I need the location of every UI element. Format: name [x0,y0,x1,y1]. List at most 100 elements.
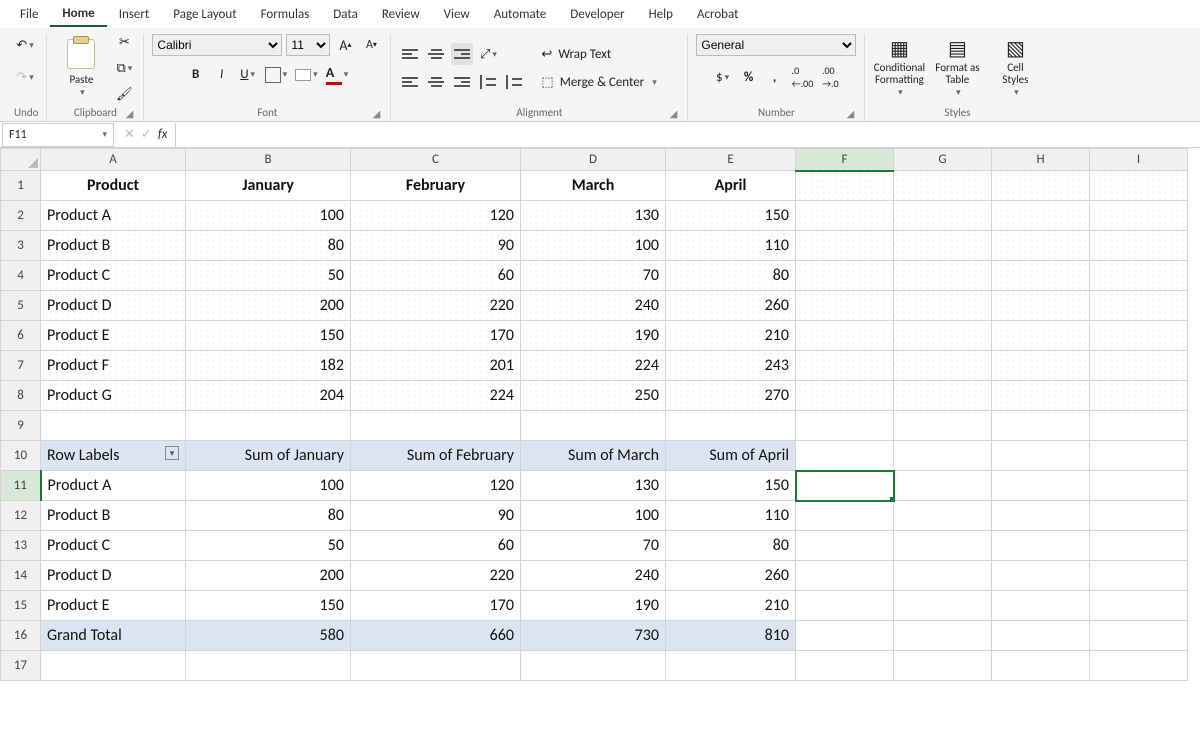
menu-item-data[interactable]: Data [321,3,370,26]
cell-F12[interactable] [796,501,894,531]
cell-F2[interactable] [796,201,894,231]
cell-I15[interactable] [1090,591,1188,621]
align-top-button[interactable] [399,43,421,65]
column-header-H[interactable]: H [992,149,1090,171]
cell-styles-button[interactable]: ▧ Cell Styles▾ [989,36,1041,100]
row-header-7[interactable]: 7 [1,351,41,381]
cell-E13[interactable]: 80 [666,531,796,561]
cell-H15[interactable] [992,591,1090,621]
row-header-10[interactable]: 10 [1,441,41,471]
comma-format-button[interactable]: , [764,66,786,88]
cell-D9[interactable] [521,411,666,441]
cell-A3[interactable]: Product B [41,231,186,261]
cell-G4[interactable] [894,261,992,291]
align-right-button[interactable] [451,71,473,93]
align-middle-button[interactable] [425,43,447,65]
cell-G1[interactable] [894,171,992,201]
cell-H6[interactable] [992,321,1090,351]
menu-item-file[interactable]: File [8,3,50,26]
cell-I6[interactable] [1090,321,1188,351]
cell-E6[interactable]: 210 [666,321,796,351]
cell-A9[interactable] [41,411,186,441]
cell-D2[interactable]: 130 [521,201,666,231]
cell-B3[interactable]: 80 [186,231,351,261]
cell-H16[interactable] [992,621,1090,651]
cell-H12[interactable] [992,501,1090,531]
cell-C1[interactable]: February [351,171,521,201]
number-format-select[interactable]: General [696,34,856,56]
font-name-select[interactable]: Calibri [152,34,282,56]
row-header-8[interactable]: 8 [1,381,41,411]
cell-E12[interactable]: 110 [666,501,796,531]
row-header-6[interactable]: 6 [1,321,41,351]
cell-G3[interactable] [894,231,992,261]
cell-E15[interactable]: 210 [666,591,796,621]
cell-B11[interactable]: 100 [186,471,351,501]
italic-button[interactable]: I [211,64,233,86]
cell-A16[interactable]: Grand Total [41,621,186,651]
cell-H9[interactable] [992,411,1090,441]
cell-C12[interactable]: 90 [351,501,521,531]
cell-B10[interactable]: Sum of January [186,441,351,471]
cell-I2[interactable] [1090,201,1188,231]
column-header-B[interactable]: B [186,149,351,171]
cell-C8[interactable]: 224 [351,381,521,411]
name-box[interactable]: F11 ▾ [2,123,114,147]
cell-G8[interactable] [894,381,992,411]
cell-E4[interactable]: 80 [666,261,796,291]
cell-A6[interactable]: Product E [41,321,186,351]
menu-item-formulas[interactable]: Formulas [249,3,322,26]
cell-H8[interactable] [992,381,1090,411]
cell-D8[interactable]: 250 [521,381,666,411]
increase-font-size-button[interactable]: A▴ [334,34,356,56]
increase-decimal-button[interactable]: .0←.00 [790,62,816,92]
cell-I8[interactable] [1090,381,1188,411]
column-header-D[interactable]: D [521,149,666,171]
font-color-button[interactable]: A▾ [324,62,351,87]
cell-F1[interactable] [796,171,894,201]
cell-F7[interactable] [796,351,894,381]
cell-F10[interactable] [796,441,894,471]
cell-I4[interactable] [1090,261,1188,291]
column-header-E[interactable]: E [666,149,796,171]
column-header-I[interactable]: I [1090,149,1188,171]
cell-F14[interactable] [796,561,894,591]
cell-G6[interactable] [894,321,992,351]
cell-C5[interactable]: 220 [351,291,521,321]
column-header-F[interactable]: F [796,149,894,171]
cell-C4[interactable]: 60 [351,261,521,291]
copy-button[interactable]: ⧉ ▾ [113,57,135,79]
cell-I7[interactable] [1090,351,1188,381]
cell-D17[interactable] [521,651,666,681]
cell-D12[interactable]: 100 [521,501,666,531]
cell-H13[interactable] [992,531,1090,561]
cell-B14[interactable]: 200 [186,561,351,591]
cell-D16[interactable]: 730 [521,621,666,651]
cell-G9[interactable] [894,411,992,441]
row-header-1[interactable]: 1 [1,171,41,201]
cell-G5[interactable] [894,291,992,321]
cell-F13[interactable] [796,531,894,561]
menu-item-page-layout[interactable]: Page Layout [161,3,248,26]
row-header-16[interactable]: 16 [1,621,41,651]
percent-format-button[interactable]: % [738,66,760,88]
fill-color-button[interactable]: ▾ [293,64,320,86]
cell-A8[interactable]: Product G [41,381,186,411]
cell-B9[interactable] [186,411,351,441]
cell-E3[interactable]: 110 [666,231,796,261]
cell-F6[interactable] [796,321,894,351]
row-header-5[interactable]: 5 [1,291,41,321]
menu-item-home[interactable]: Home [50,2,106,27]
fx-icon[interactable]: fx [158,127,168,142]
cell-F4[interactable] [796,261,894,291]
cell-A17[interactable] [41,651,186,681]
menu-item-developer[interactable]: Developer [558,3,636,26]
cell-D11[interactable]: 130 [521,471,666,501]
cell-I5[interactable] [1090,291,1188,321]
cut-button[interactable]: ✂ [113,31,135,53]
cell-B7[interactable]: 182 [186,351,351,381]
cell-I1[interactable] [1090,171,1188,201]
cell-C14[interactable]: 220 [351,561,521,591]
cell-G11[interactable] [894,471,992,501]
accounting-format-button[interactable]: $▾ [712,66,734,88]
